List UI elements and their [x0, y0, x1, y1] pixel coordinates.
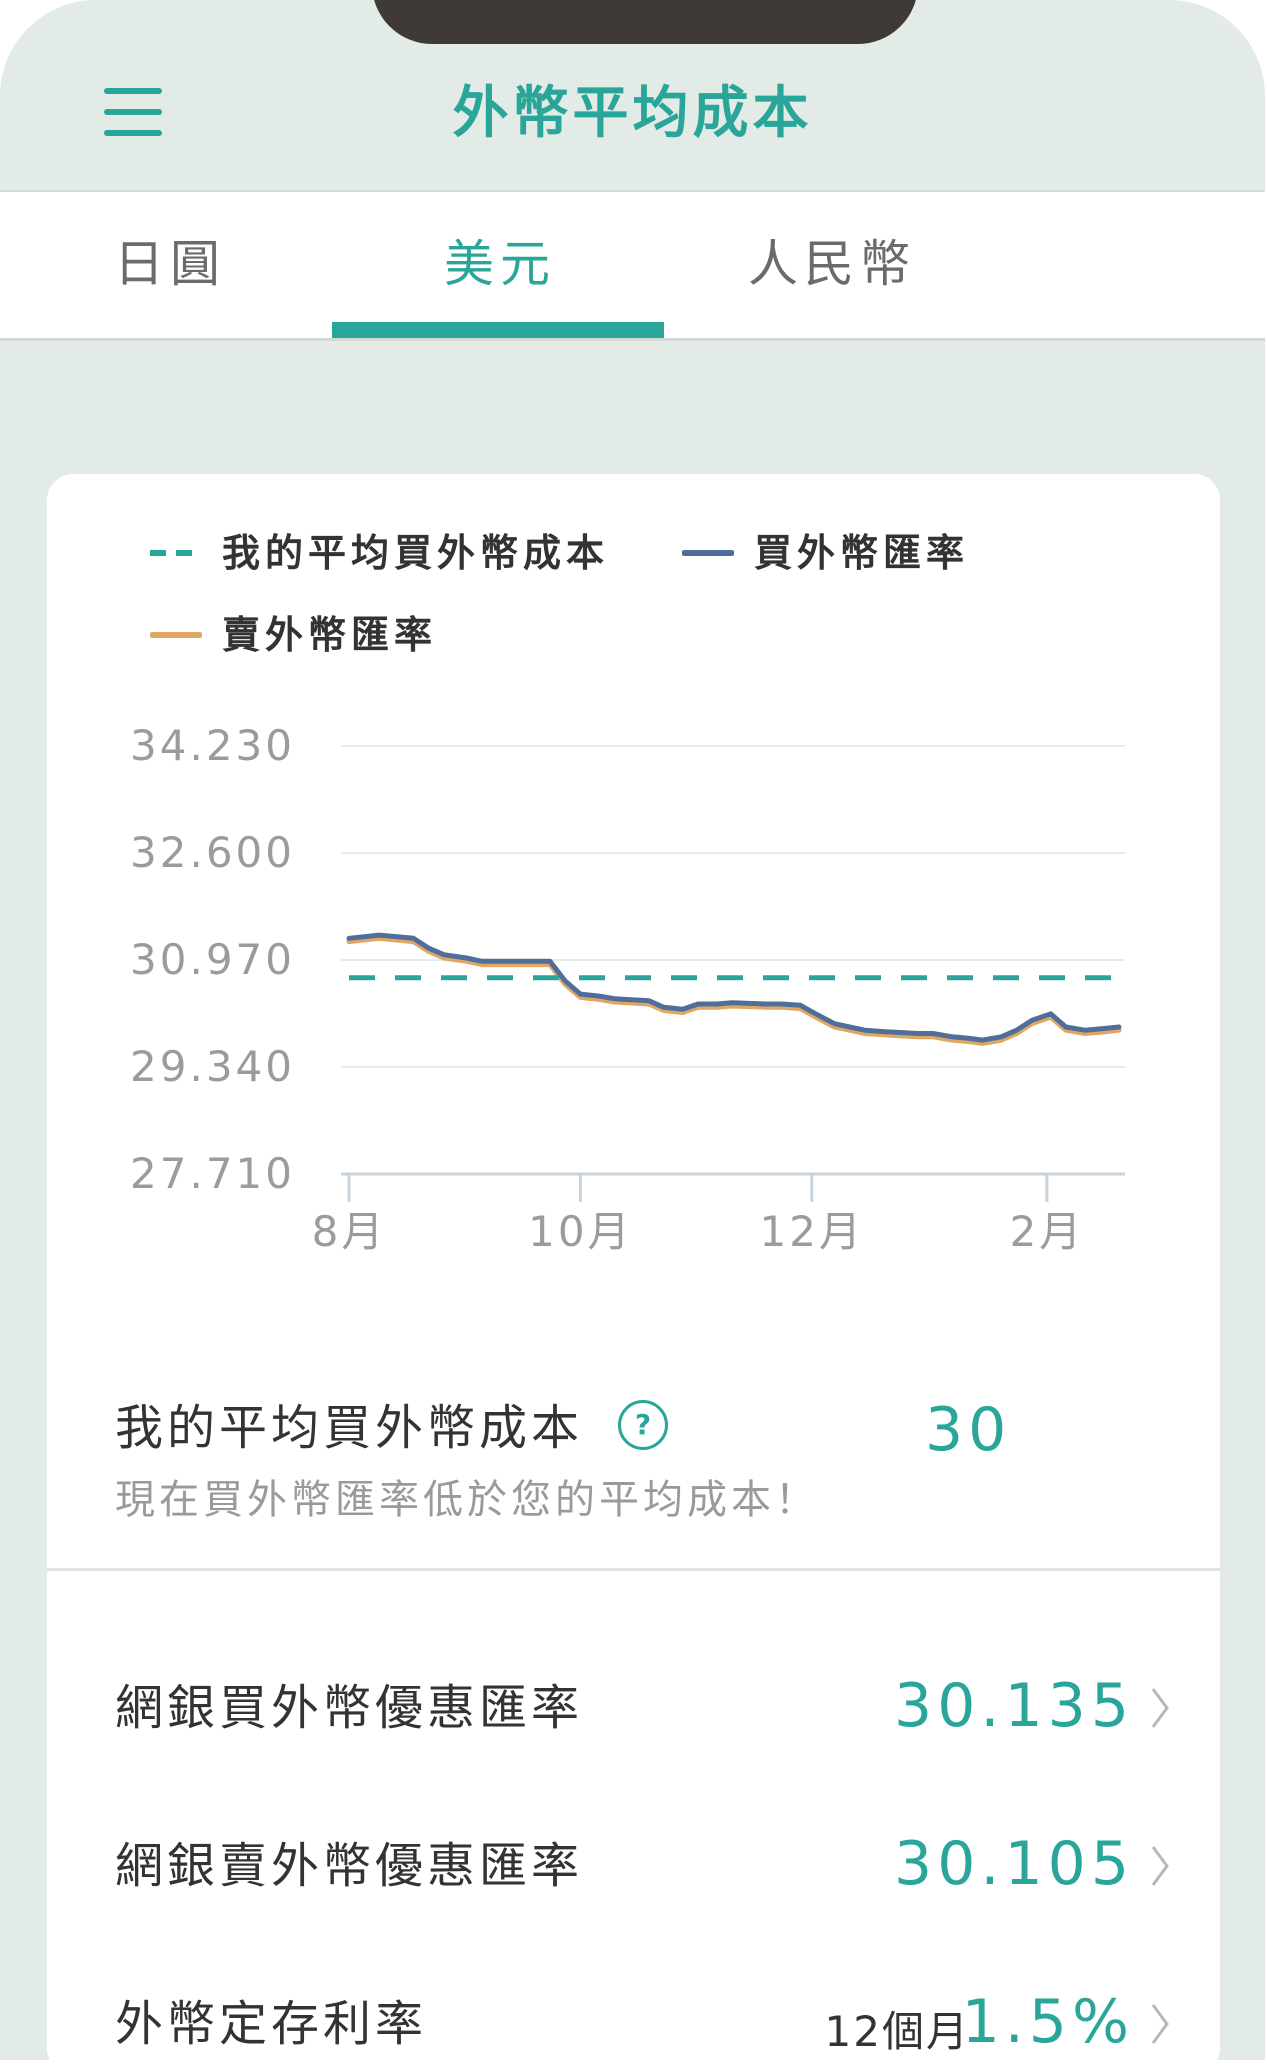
- tab-cny[interactable]: 人民幣: [664, 192, 996, 338]
- buy-rate-row[interactable]: 網銀買外幣優惠匯率 30.135: [47, 1648, 1220, 1798]
- section-divider: [47, 1568, 1220, 1571]
- currency-tabs: 日圓 美元 人民幣: [0, 190, 1265, 341]
- active-tab-indicator: [332, 322, 664, 338]
- tab-usd[interactable]: 美元: [332, 192, 664, 338]
- y-tick-label: 29.340: [130, 1042, 295, 1091]
- rate-card: 我的平均買外幣成本 買外幣匯率 賣外幣匯率 34.230 32.600 30.970…: [47, 474, 1220, 2060]
- page-title: 外幣平均成本: [452, 81, 813, 146]
- x-tick-label: 8月: [312, 1207, 387, 1256]
- y-tick-label: 30.970: [130, 935, 295, 984]
- y-tick-label: 32.600: [130, 828, 295, 877]
- sell-rate-line: [346, 935, 1122, 1046]
- buy-rate-label: 網銀買外幣優惠匯率: [115, 1680, 584, 1736]
- x-tick-label: 12月: [760, 1207, 864, 1256]
- chevron-right-icon: [1151, 1688, 1169, 1728]
- y-tick-label: 34.230: [130, 721, 295, 770]
- sell-rate-value: 30.105: [894, 1829, 1134, 1899]
- x-tick-label: 2月: [1010, 1207, 1085, 1256]
- exchange-rate-chart: 34.230 32.600 30.970 29.340 27.710 8月 10月 12月 2月: [130, 721, 1125, 1256]
- tab-jpy[interactable]: 日圓: [0, 192, 332, 338]
- deposit-rate-label: 外幣定存利率: [115, 1996, 428, 2052]
- tab-label: 美元: [444, 235, 556, 293]
- chevron-right-icon: [1151, 2004, 1169, 2044]
- x-tick-label: 10月: [528, 1207, 632, 1256]
- sell-rate-row[interactable]: 網銀賣外幣優惠匯率 30.105: [47, 1806, 1220, 1956]
- avg-cost-label: 我的平均買外幣成本: [115, 1400, 584, 1456]
- avg-cost-note: 現在買外幣匯率低於您的平均成本！: [115, 1477, 819, 1523]
- chevron-right-icon: [1151, 1846, 1169, 1886]
- buy-rate-line: [346, 932, 1122, 1043]
- buy-rate-value: 30.135: [894, 1671, 1134, 1741]
- deposit-rate-row[interactable]: 外幣定存利率 12個月 1.5%: [47, 1964, 1220, 2060]
- question-circle-icon[interactable]: ?: [618, 1400, 668, 1450]
- app-header: 外幣平均成本: [0, 0, 1265, 190]
- sell-rate-label: 網銀賣外幣優惠匯率: [115, 1838, 584, 1894]
- y-tick-label: 27.710: [130, 1149, 295, 1198]
- tab-label: 人民幣: [748, 235, 916, 293]
- tab-label: 日圓: [114, 235, 226, 293]
- phone-screen: 外幣平均成本 日圓 美元 人民幣 我的平均買外幣成本 買外幣匯率 賣外幣匯率 3…: [0, 0, 1265, 2060]
- avg-cost-value: 30: [925, 1395, 1012, 1465]
- deposit-rate-value: 1.5%: [961, 1987, 1134, 2057]
- deposit-term: 12個月: [824, 2007, 970, 2056]
